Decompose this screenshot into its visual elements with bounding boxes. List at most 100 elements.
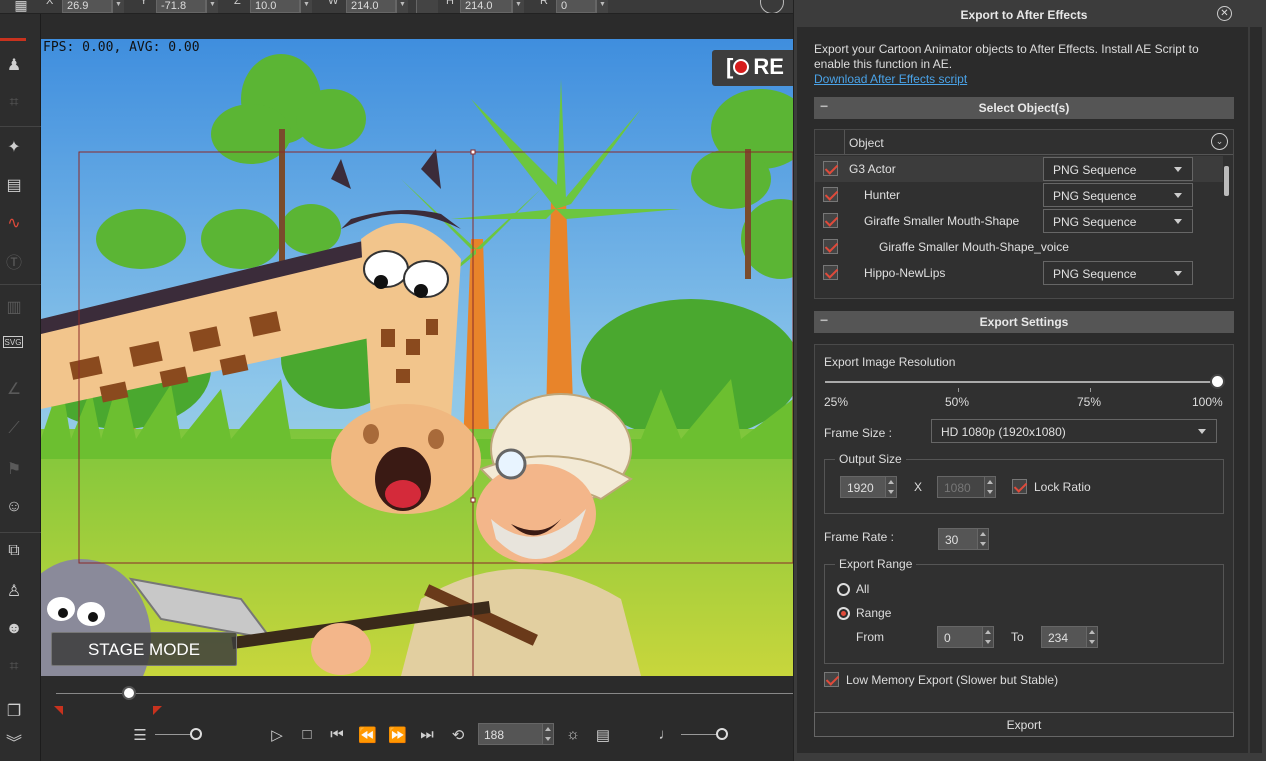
svg-icon[interactable]: SVG <box>3 336 23 348</box>
export-settings-header[interactable]: − Export Settings <box>814 311 1234 333</box>
collapse-icon[interactable]: − <box>820 98 828 114</box>
r-spin[interactable]: ▼ <box>596 0 608 13</box>
next-frame-icon[interactable]: ⏩ <box>388 726 407 744</box>
link-icon[interactable] <box>416 0 438 13</box>
format-value: PNG Sequence <box>1053 215 1137 229</box>
last-frame-icon[interactable]: ⏭ <box>418 726 436 743</box>
list-item[interactable]: G3 Actor PNG Sequence <box>815 156 1223 182</box>
low-memory-checkbox[interactable] <box>824 672 839 687</box>
stage-viewport[interactable]: FPS: 0.00, AVG: 0.00 [RE STAGE MODE <box>41 39 793 676</box>
close-icon[interactable]: ✕ <box>1217 6 1232 21</box>
timeline-track[interactable] <box>56 693 796 694</box>
to-spin[interactable] <box>1086 626 1098 648</box>
loop-icon[interactable]: ⟲ <box>449 726 467 744</box>
range-end-marker[interactable] <box>153 706 162 715</box>
from-spin[interactable] <box>982 626 994 648</box>
export-button[interactable]: Export <box>814 712 1234 737</box>
crop-icon[interactable]: ⌗ <box>3 656 25 678</box>
3d-icon[interactable]: ∠ <box>3 378 25 400</box>
gizmo-icon[interactable] <box>760 0 784 13</box>
to-input[interactable]: 234 <box>1041 626 1087 648</box>
morph-icon[interactable]: ⟋ <box>3 418 25 440</box>
lock-ratio-checkbox[interactable] <box>1012 479 1027 494</box>
frame-size-value: HD 1080p (1920x1080) <box>941 425 1066 439</box>
format-dropdown[interactable]: PNG Sequence <box>1043 183 1193 207</box>
object-list-scrollbar[interactable] <box>1224 166 1229 196</box>
prev-frame-icon[interactable]: ⏪ <box>358 726 377 744</box>
current-frame-spin[interactable] <box>542 723 554 745</box>
range-all-radio[interactable] <box>837 583 850 596</box>
h-input[interactable]: 214.0 <box>460 0 512 13</box>
timeline-scrubber[interactable] <box>122 686 137 700</box>
list-item[interactable]: Giraffe Smaller Mouth-Shape PNG Sequence <box>815 208 1223 234</box>
output-width-spin[interactable] <box>885 476 897 498</box>
sprite-icon[interactable]: ⧉ <box>3 540 25 562</box>
r-input[interactable]: 0 <box>556 0 596 13</box>
text-icon[interactable]: Ⓣ <box>3 250 25 272</box>
to-label: To <box>1011 630 1024 644</box>
from-input[interactable]: 0 <box>937 626 983 648</box>
scene-icon[interactable]: ▥ <box>3 296 25 318</box>
range-start-marker[interactable] <box>54 706 63 715</box>
subtitle-volume-knob[interactable] <box>190 728 202 740</box>
stop-icon[interactable]: □ <box>298 726 316 743</box>
object-checkbox[interactable] <box>823 213 838 228</box>
settings-sun-icon[interactable]: ☼ <box>564 726 582 743</box>
frame-size-dropdown[interactable]: HD 1080p (1920x1080) <box>931 419 1217 443</box>
frame-rate-input[interactable]: 30 <box>938 528 978 550</box>
puppet-icon[interactable]: ✦ <box>3 136 25 158</box>
object-name: Hippo-NewLips <box>864 266 946 280</box>
timeline-icon[interactable]: ▤ <box>594 726 612 744</box>
format-dropdown[interactable]: PNG Sequence <box>1043 157 1193 181</box>
w-spin[interactable]: ▼ <box>396 0 408 13</box>
output-width-input[interactable]: 1920 <box>840 476 886 498</box>
head-icon[interactable]: ☺ <box>3 496 25 518</box>
run-icon[interactable]: ⚑ <box>3 458 25 480</box>
body-icon[interactable]: ♙ <box>3 580 25 602</box>
collapse-icon[interactable]: − <box>820 312 828 328</box>
resolution-slider-knob[interactable] <box>1210 374 1225 389</box>
actor-icon[interactable]: ♟ <box>3 54 25 76</box>
list-item[interactable]: Hunter PNG Sequence <box>815 182 1223 208</box>
x-input[interactable]: 26.9 <box>62 0 112 13</box>
layers-icon[interactable]: ❐ <box>3 700 25 722</box>
list-item[interactable]: Giraffe Smaller Mouth-Shape_voice <box>815 234 1223 260</box>
z-input[interactable]: 10.0 <box>250 0 300 13</box>
y-input[interactable]: -71.8 <box>156 0 206 13</box>
music-note-icon[interactable]: ♩ <box>657 726 675 743</box>
resolution-label: Export Image Resolution <box>824 355 956 369</box>
subtitle-icon[interactable]: ☰ <box>131 726 149 744</box>
download-script-link[interactable]: Download After Effects script <box>814 72 967 86</box>
x-spin[interactable]: ▼ <box>112 0 124 13</box>
bone-icon[interactable]: ⌗ <box>3 92 25 114</box>
grid-icon[interactable]: ▦ <box>10 0 32 13</box>
w-input[interactable]: 214.0 <box>346 0 396 13</box>
volume-knob[interactable] <box>716 728 728 740</box>
frame-rate-spin[interactable] <box>977 528 989 550</box>
chevron-down-icon[interactable]: ⌄ <box>1211 133 1228 150</box>
motion-icon[interactable]: ▤ <box>3 174 25 196</box>
face-icon[interactable]: ☻ <box>3 618 25 640</box>
list-item[interactable]: Hippo-NewLips PNG Sequence <box>815 260 1223 286</box>
chevron-down-icon <box>1174 271 1182 276</box>
expand-icon[interactable]: ︾ <box>3 730 25 752</box>
resolution-slider-track[interactable] <box>825 381 1217 383</box>
format-dropdown[interactable]: PNG Sequence <box>1043 209 1193 233</box>
y-spin[interactable]: ▼ <box>206 0 218 13</box>
h-spin[interactable]: ▼ <box>512 0 524 13</box>
audio-icon[interactable]: ∿ <box>3 212 25 234</box>
first-frame-icon[interactable]: ⏮ <box>328 726 346 743</box>
stage-mode-button[interactable]: STAGE MODE <box>51 632 237 666</box>
range-range-radio[interactable] <box>837 607 850 620</box>
object-checkbox[interactable] <box>823 265 838 280</box>
object-checkbox[interactable] <box>823 239 838 254</box>
panel-scrollbar[interactable] <box>1250 27 1262 753</box>
play-icon[interactable]: ▷ <box>268 726 286 744</box>
z-spin[interactable]: ▼ <box>300 0 312 13</box>
object-checkbox[interactable] <box>823 161 838 176</box>
format-dropdown[interactable]: PNG Sequence <box>1043 261 1193 285</box>
record-button[interactable]: [RE <box>712 50 793 86</box>
object-checkbox[interactable] <box>823 187 838 202</box>
current-frame-input[interactable]: 188 <box>478 723 544 745</box>
select-objects-header[interactable]: − Select Object(s) <box>814 97 1234 119</box>
